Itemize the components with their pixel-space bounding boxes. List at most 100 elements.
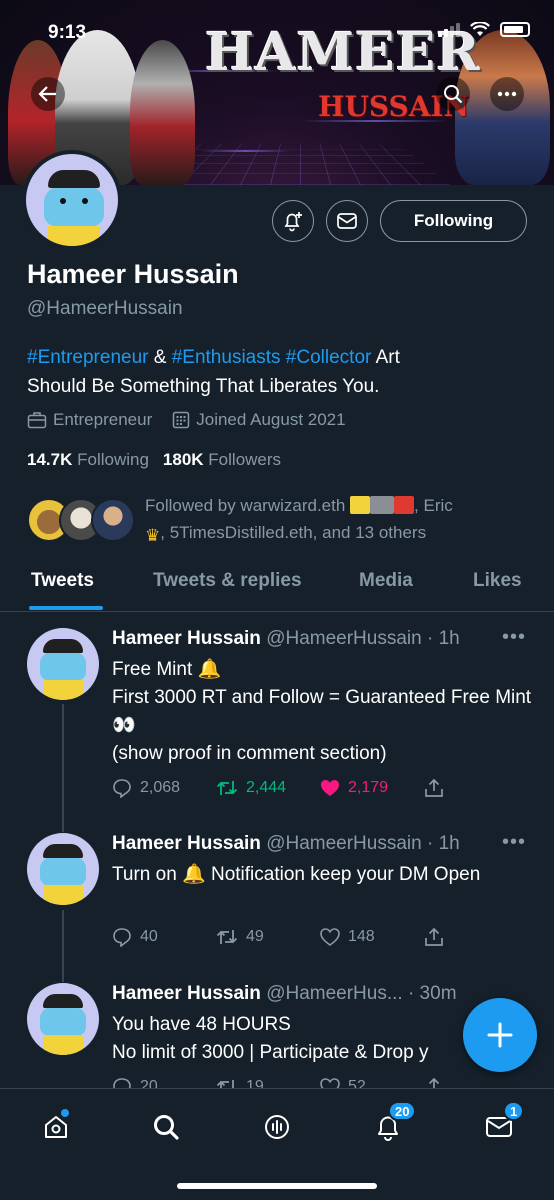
retweet-icon	[216, 930, 238, 944]
banner-title: HAMEER	[205, 22, 481, 83]
back-button[interactable]	[31, 77, 65, 111]
reply-icon	[113, 1078, 131, 1088]
arrow-left-icon	[38, 86, 56, 102]
share-button[interactable]	[424, 1077, 528, 1088]
tweet[interactable]: Hameer Hussain @HameerHussain · 1h ••• T…	[0, 831, 554, 963]
banner-grid	[150, 143, 450, 185]
retweet-button[interactable]: 2,444	[216, 778, 320, 798]
like-count: 52	[348, 1078, 366, 1088]
search-icon	[154, 1115, 179, 1140]
hashtag-link[interactable]: #Enthusiasts	[172, 347, 281, 368]
followed-by-part: , 5TimesDistilled.eth, and 13 others	[160, 523, 427, 542]
tweet-text: Turn on 🔔 Notification keep your DM Open	[112, 864, 481, 885]
search-icon	[444, 85, 463, 104]
retweet-button[interactable]: 19	[216, 1077, 320, 1088]
spaces-icon	[265, 1115, 289, 1139]
retweet-count: 19	[246, 1078, 264, 1088]
tweet-author-name[interactable]: Hameer Hussain	[112, 833, 261, 854]
share-button[interactable]	[424, 927, 528, 947]
profile-avatar[interactable]	[22, 150, 122, 250]
share-icon	[425, 927, 443, 946]
follower-avatar	[91, 498, 135, 542]
crown-emoji: ♛	[145, 526, 161, 545]
following-count-link[interactable]: 14.7K Following	[27, 450, 149, 470]
nav-search[interactable]	[146, 1107, 186, 1147]
followed-by-avatars[interactable]	[27, 498, 137, 544]
tweet-more-button[interactable]: •••	[502, 831, 526, 854]
following-button[interactable]: Following	[380, 200, 527, 242]
hashtag-link[interactable]: #Entrepreneur	[27, 347, 148, 368]
tab-media[interactable]: Media	[359, 570, 413, 592]
heart-icon	[320, 928, 340, 946]
retweet-count: 2,444	[246, 779, 287, 796]
reply-icon	[113, 779, 131, 798]
messages-badge: 1	[503, 1101, 525, 1121]
calendar-icon	[172, 411, 190, 429]
like-button[interactable]: 2,179	[320, 778, 424, 798]
bio-text: Art	[375, 347, 400, 368]
tab-likes[interactable]: Likes	[473, 570, 522, 592]
battery-icon	[500, 22, 530, 37]
tweet-author-name[interactable]: Hameer Hussain	[112, 983, 261, 1004]
yellow-square-emoji	[350, 496, 371, 514]
avatar-shirt	[43, 680, 83, 700]
tweet-actions: 20 19 52	[112, 1077, 528, 1088]
followed-by-part: , Eric	[414, 496, 453, 515]
profile-joined: Joined August 2021	[172, 410, 346, 430]
bell-plus-icon	[284, 212, 302, 232]
avatar-cap	[43, 844, 83, 858]
tweet-avatar[interactable]	[27, 983, 99, 1055]
nav-home[interactable]	[36, 1107, 76, 1147]
avatar-eye-right	[82, 198, 88, 204]
profile-category: Entrepreneur	[27, 410, 152, 430]
tab-tweets[interactable]: Tweets	[31, 570, 94, 592]
avatar-face	[44, 184, 104, 228]
avatar-shirt	[43, 885, 83, 905]
profile-bio: #Entrepreneur & #Enthusiasts #Collector …	[27, 343, 527, 401]
notifications-toggle-button[interactable]	[272, 200, 314, 242]
message-button[interactable]	[326, 200, 368, 242]
tab-tweets-replies[interactable]: Tweets & replies	[153, 570, 302, 592]
retweet-button[interactable]: 49	[216, 927, 320, 947]
followed-by-text[interactable]: Followed by warwizard.eth , Eric ♛, 5Tim…	[145, 492, 535, 546]
tweet[interactable]: Hameer Hussain @HameerHussain · 1h ••• F…	[0, 626, 554, 808]
search-button[interactable]	[436, 77, 470, 111]
avatar-face	[40, 1005, 86, 1037]
bio-text: Should Be Something That Liberates You.	[27, 376, 380, 397]
nav-messages[interactable]: 1	[479, 1101, 525, 1147]
soon-arrow-emoji	[370, 496, 395, 514]
tweet-actions: 2,068 2,444 2,179	[112, 778, 528, 798]
tweet-header: Hameer Hussain @HameerHus... · 30m	[112, 983, 457, 1005]
tweet-actions: 40 49 148	[112, 927, 528, 947]
reply-button[interactable]: 20	[112, 1077, 216, 1088]
status-icons	[438, 22, 530, 37]
avatar-face	[40, 650, 86, 682]
compose-tweet-button[interactable]	[463, 998, 537, 1072]
notifications-badge: 20	[388, 1101, 417, 1121]
nav-notifications[interactable]: 20	[368, 1101, 417, 1147]
home-indicator[interactable]	[177, 1183, 377, 1189]
reply-button[interactable]: 40	[112, 927, 216, 947]
tweet-avatar[interactable]	[27, 628, 99, 700]
tweet-author-name[interactable]: Hameer Hussain	[112, 628, 261, 649]
tweet-more-button[interactable]: •••	[502, 626, 526, 649]
avatar-shirt	[48, 226, 100, 246]
reply-icon	[113, 928, 131, 947]
like-button[interactable]: 148	[320, 927, 424, 947]
like-button[interactable]: 52	[320, 1077, 424, 1088]
reply-count: 40	[140, 928, 158, 945]
reply-button[interactable]: 2,068	[112, 778, 216, 798]
retweet-count: 49	[246, 928, 264, 945]
profile-handle: @HameerHussain	[27, 298, 183, 319]
retweet-icon	[216, 1080, 236, 1088]
hashtag-link[interactable]: #Collector	[286, 347, 372, 368]
nav-spaces[interactable]	[257, 1107, 297, 1147]
more-options-button[interactable]	[490, 77, 524, 111]
followers-count-link[interactable]: 180K Followers	[163, 450, 281, 470]
category-label: Entrepreneur	[53, 410, 153, 429]
like-count: 148	[348, 928, 375, 945]
share-button[interactable]	[424, 778, 528, 798]
tweet-avatar[interactable]	[27, 833, 99, 905]
tweet-meta: @HameerHussain · 1h	[266, 628, 460, 649]
profile-tabs: Tweets Tweets & replies Media Likes	[0, 560, 554, 612]
